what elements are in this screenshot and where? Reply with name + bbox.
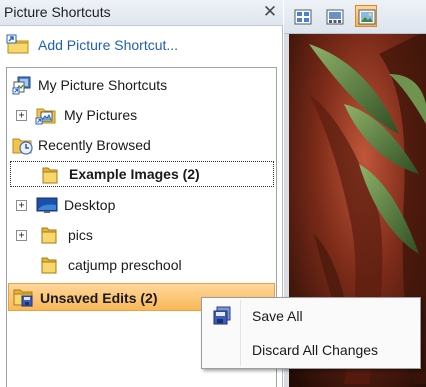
pane-header: Picture Shortcuts ✕ <box>0 0 283 26</box>
tree-item-my-picture-shortcuts[interactable]: My Picture Shortcuts <box>7 72 276 98</box>
unsaved-edits-folder-icon <box>13 287 35 310</box>
expand-icon[interactable]: + <box>16 230 27 241</box>
tree-item-label: My Pictures <box>64 107 138 123</box>
menu-item-label: Discard All Changes <box>252 342 379 358</box>
folder-icon <box>41 165 59 188</box>
save-all-icon <box>212 306 232 329</box>
tree-item-desktop[interactable]: + Desktop <box>7 192 276 218</box>
add-picture-shortcut-label: Add Picture Shortcut... <box>38 37 179 53</box>
tree-item-label: Example Images (2) <box>69 166 200 182</box>
thumbnail-view-button[interactable] <box>291 5 313 27</box>
tree-item-pics[interactable]: + pics <box>7 222 276 248</box>
add-shortcut-folder-icon <box>6 34 32 59</box>
my-pictures-folder-icon <box>35 105 57 128</box>
menu-item-label: Save All <box>252 308 303 324</box>
shortcut-group-icon <box>12 75 32 98</box>
unsaved-edits-context-menu: Save All Discard All Changes <box>201 297 421 369</box>
pane-title: Picture Shortcuts <box>4 4 111 20</box>
desktop-icon <box>36 195 58 218</box>
filmstrip-view-button[interactable] <box>323 5 345 27</box>
single-picture-view-icon <box>358 8 376 29</box>
tree-item-label: pics <box>68 227 93 243</box>
tree-item-label: My Picture Shortcuts <box>38 77 168 93</box>
filmstrip-view-icon <box>326 8 344 29</box>
tree-item-example-images[interactable]: Example Images (2) <box>10 161 274 187</box>
single-picture-view-button[interactable] <box>355 5 377 27</box>
tree-item-my-pictures[interactable]: + My Pictures <box>7 102 276 128</box>
tree-item-label: Recently Browsed <box>38 137 151 153</box>
close-icon[interactable]: ✕ <box>261 2 279 22</box>
tree-item-label: Desktop <box>64 197 116 213</box>
folder-icon <box>40 225 58 248</box>
menu-item-discard-all-changes[interactable]: Discard All Changes <box>204 336 418 364</box>
expand-icon[interactable]: + <box>16 200 27 211</box>
view-toolbar <box>284 0 426 34</box>
recent-folder-icon <box>12 135 34 158</box>
menu-item-save-all[interactable]: Save All <box>204 302 418 330</box>
tree-item-label: catjump preschool <box>68 257 182 273</box>
tree-item-recently-browsed[interactable]: Recently Browsed <box>7 132 276 158</box>
add-picture-shortcut-link[interactable]: Add Picture Shortcut... <box>0 34 283 56</box>
tree-item-label: Unsaved Edits (2) <box>40 290 158 306</box>
thumbnail-view-icon <box>294 8 312 29</box>
folder-icon <box>40 255 58 278</box>
expand-icon[interactable]: + <box>16 110 27 121</box>
tree-item-catjump-preschool[interactable]: catjump preschool <box>7 252 276 278</box>
